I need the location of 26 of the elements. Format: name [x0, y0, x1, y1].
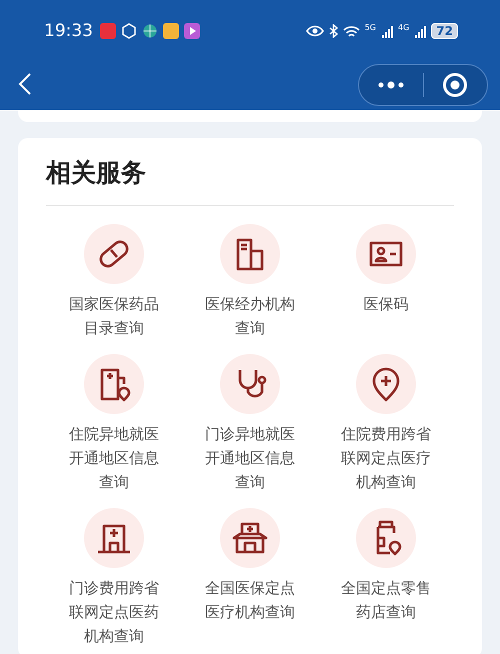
more-icon[interactable]: [376, 81, 406, 89]
globe-icon: [142, 23, 158, 39]
signal-icon: [381, 24, 393, 38]
service-label[interactable]: 医保码: [336, 292, 436, 316]
section-title: 相关服务: [46, 156, 454, 206]
service-label[interactable]: 门诊费用跨省联网定点医药机构查询: [64, 576, 164, 648]
service-label[interactable]: 国家医保药品目录查询: [64, 292, 164, 340]
service-label[interactable]: 全国医保定点医疗机构查询: [200, 576, 300, 624]
eye-icon: [306, 25, 324, 37]
circle-dot-icon[interactable]: [442, 72, 468, 98]
network-label: 4G: [398, 22, 410, 32]
battery-indicator: 72: [431, 23, 458, 39]
hexagon-icon: [121, 23, 137, 39]
app-icon: [100, 23, 116, 39]
service-label[interactable]: 住院异地就医开通地区信息查询: [64, 422, 164, 494]
service-label[interactable]: 住院费用跨省联网定点医疗机构查询: [336, 422, 436, 494]
signal-icon: [414, 24, 426, 38]
app-icon: [163, 23, 179, 39]
service-label[interactable]: 全国定点零售药店查询: [336, 576, 436, 624]
play-icon: [184, 23, 200, 39]
status-time: 19:33: [44, 21, 93, 41]
wifi-icon: [342, 24, 360, 38]
bluetooth-icon: [328, 24, 338, 38]
network-label: 5G: [364, 22, 376, 32]
service-label[interactable]: 门诊异地就医开通地区信息查询: [200, 422, 300, 494]
service-label[interactable]: 医保经办机构查询: [200, 292, 300, 340]
